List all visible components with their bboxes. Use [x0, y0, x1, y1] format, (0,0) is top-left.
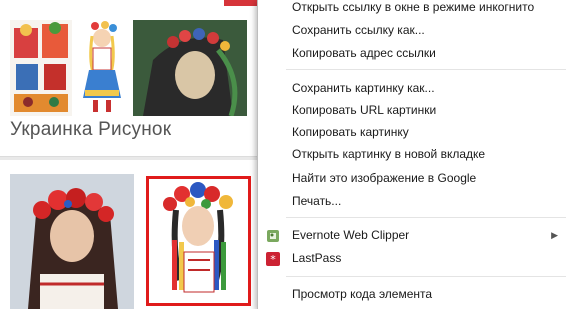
- menu-item-label: Печать...: [292, 194, 342, 208]
- menu-item-label: Evernote Web Clipper: [292, 228, 410, 242]
- menu-separator: [286, 276, 566, 277]
- evernote-icon: [266, 228, 280, 242]
- menu-open-link-incognito[interactable]: Открыть ссылку в окне в режиме инкогнито: [258, 0, 568, 18]
- menu-copy-image[interactable]: Копировать картинку: [258, 121, 568, 143]
- menu-separator: [286, 69, 566, 70]
- menu-save-link-as[interactable]: Сохранить ссылку как...: [258, 19, 568, 41]
- menu-print[interactable]: Печать...: [258, 190, 568, 212]
- menu-item-label: Копировать адрес ссылки: [292, 46, 436, 60]
- menu-search-image-google[interactable]: Найти это изображение в Google: [258, 167, 568, 189]
- menu-inspect-element[interactable]: Просмотр кода элемента: [258, 283, 568, 305]
- menu-item-label: Копировать картинку: [292, 125, 409, 139]
- menu-item-label: Открыть картинку в новой вкладке: [292, 147, 486, 161]
- menu-copy-image-url[interactable]: Копировать URL картинки: [258, 99, 568, 121]
- menu-evernote-web-clipper[interactable]: Evernote Web Clipper ▶: [258, 224, 568, 246]
- menu-item-label: Найти это изображение в Google: [292, 171, 477, 185]
- context-menu: Открыть ссылку в окне в режиме инкогнито…: [257, 0, 571, 309]
- lastpass-icon: *: [266, 251, 280, 266]
- submenu-arrow-icon: ▶: [551, 230, 558, 240]
- menu-item-label: Открыть ссылку в окне в режиме инкогнито: [292, 0, 535, 14]
- menu-copy-link-address[interactable]: Копировать адрес ссылки: [258, 42, 568, 64]
- menu-item-label: Просмотр кода элемента: [292, 287, 433, 301]
- menu-item-label: Сохранить картинку как...: [292, 81, 435, 95]
- menu-save-image-as[interactable]: Сохранить картинку как...: [258, 77, 568, 99]
- menu-lastpass[interactable]: * LastPass: [258, 247, 568, 269]
- menu-item-label: LastPass: [292, 251, 342, 265]
- menu-open-image-new-tab[interactable]: Открыть картинку в новой вкладке: [258, 143, 568, 165]
- menu-item-label: Сохранить ссылку как...: [292, 23, 425, 37]
- menu-separator: [286, 217, 566, 218]
- menu-item-label: Копировать URL картинки: [292, 103, 437, 117]
- svg-text:*: *: [270, 253, 276, 266]
